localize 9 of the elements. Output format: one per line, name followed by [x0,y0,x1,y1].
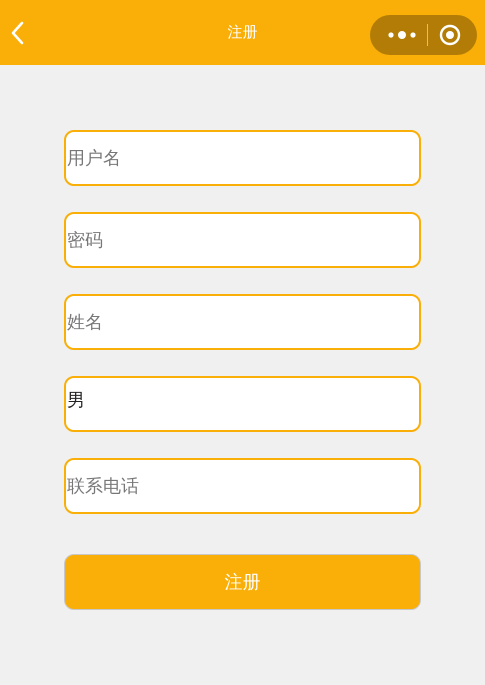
input-field[interactable]: 用户名 [64,130,421,186]
input-field[interactable]: 姓名 [64,294,421,350]
input-field[interactable]: 联系电话 [64,458,421,514]
page-title: 注册 [228,23,258,42]
more-icon[interactable] [388,30,416,40]
input-field[interactable]: 密码 [64,212,421,268]
close-icon[interactable] [439,24,462,46]
back-icon[interactable] [11,20,25,44]
input-field[interactable]: 男 [64,376,421,432]
